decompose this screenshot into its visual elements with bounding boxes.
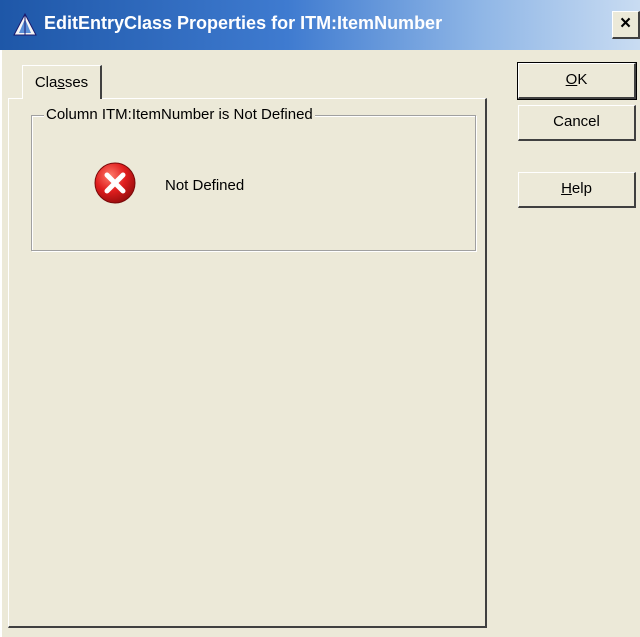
cancel-button[interactable]: Cancel — [518, 105, 636, 141]
groupbox-legend: Column ITM:ItemNumber is Not Defined — [44, 106, 315, 123]
error-icon — [94, 162, 136, 204]
tab-classes[interactable]: Classes — [22, 65, 102, 99]
help-button[interactable]: Help — [518, 172, 636, 208]
tab-classes-label: Classes — [34, 74, 89, 91]
status-text: Not Defined — [165, 177, 245, 194]
app-icon — [13, 12, 37, 36]
title-bar[interactable]: EditEntryClass Properties for ITM:ItemNu… — [0, 0, 640, 50]
window-title: EditEntryClass Properties for ITM:ItemNu… — [44, 13, 443, 33]
close-icon: × — [619, 13, 632, 34]
close-button[interactable]: × — [612, 11, 640, 39]
ok-button[interactable]: OK — [517, 62, 637, 100]
